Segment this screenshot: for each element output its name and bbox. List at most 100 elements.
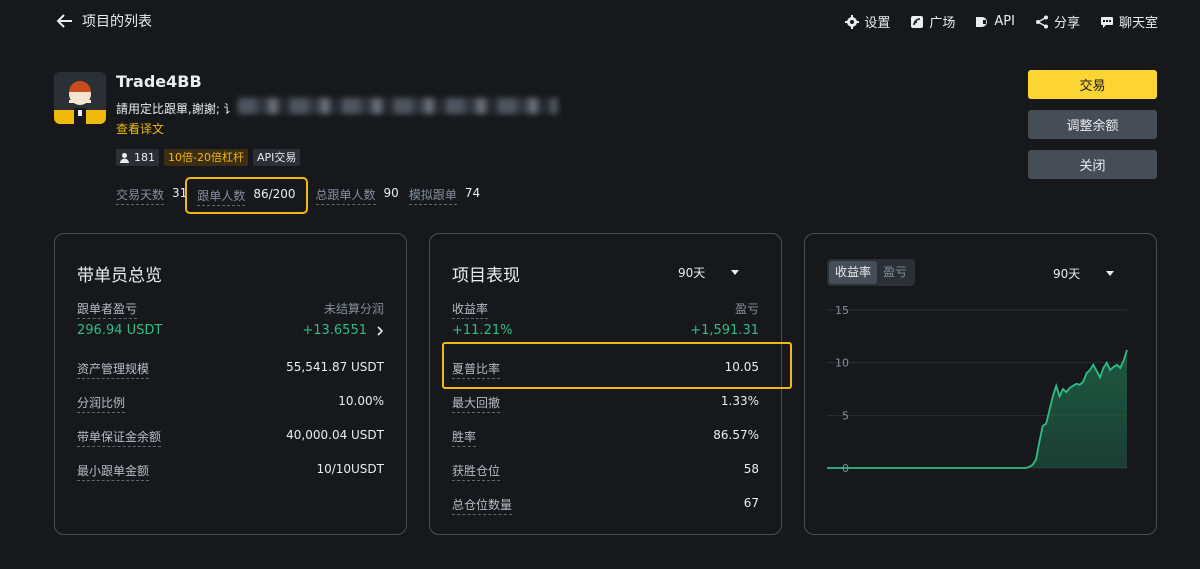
nav-chatroom-label: 聊天室 bbox=[1118, 16, 1158, 31]
chart-period-select[interactable]: 90天 bbox=[1053, 265, 1115, 282]
square-icon bbox=[911, 15, 924, 28]
stat-trade-days-label: 交易天数 bbox=[116, 186, 165, 205]
chart-period-value: 90天 bbox=[1053, 267, 1081, 281]
copier-pnl-value: 296.94 USDT bbox=[77, 323, 163, 338]
overview-labels-row: 跟单者盈亏 未结算分润 bbox=[77, 300, 384, 319]
performance-card: 项目表现 90天 收益率 盈亏 +11.21% +1,591.31 夏普比率 1… bbox=[429, 233, 792, 535]
gear-icon bbox=[845, 14, 860, 29]
total-positions-value: 67 bbox=[743, 496, 759, 510]
overview-values-row: 296.94 USDT +13.6551 bbox=[77, 323, 384, 338]
api-tag: API交易 bbox=[252, 149, 301, 166]
pnl-label: 盈亏 bbox=[734, 302, 759, 316]
avatar bbox=[54, 72, 106, 124]
chevron-right-icon bbox=[377, 325, 384, 336]
nav-square-label: 广场 bbox=[929, 16, 956, 31]
stat-trade-days: 交易天数 31 bbox=[116, 186, 187, 205]
nav-api-label: API bbox=[994, 14, 1015, 29]
min-copy-label: 最小跟单金额 bbox=[77, 462, 150, 481]
redacted-text bbox=[238, 98, 558, 114]
nav-chatroom[interactable]: 聊天室 bbox=[1100, 12, 1158, 31]
top-nav: 设置 广场 API 分享 聊天室 bbox=[845, 12, 1158, 31]
y-tick-label-10: 10 bbox=[835, 357, 849, 370]
stat-mock-copy-label: 模拟跟单 bbox=[408, 186, 457, 205]
chart-metric-tabs: 收益率 盈亏 bbox=[827, 259, 916, 286]
copier-pnl-label: 跟单者盈亏 bbox=[77, 300, 138, 319]
margin-balance-label: 带单保证金余额 bbox=[77, 428, 162, 447]
nav-share[interactable]: 分享 bbox=[1035, 12, 1080, 31]
close-button[interactable]: 关闭 bbox=[1028, 150, 1157, 179]
chart-card: 收益率 盈亏 90天 0 5 10 15 bbox=[804, 233, 1157, 535]
overview-card: 带单员总览 跟单者盈亏 未结算分润 296.94 USDT +13.6551 资… bbox=[54, 233, 407, 535]
nav-settings[interactable]: 设置 bbox=[845, 12, 890, 31]
api-icon bbox=[976, 16, 988, 27]
margin-balance-value: 40,000.04 USDT bbox=[286, 428, 384, 442]
roi-chart: 051015 bbox=[827, 304, 1128, 475]
top-bar: 项目的列表 设置 广场 API 分享 聊天室 bbox=[0, 0, 1200, 42]
nav-settings-label: 设置 bbox=[864, 16, 891, 31]
performance-labels-row: 收益率 盈亏 bbox=[452, 300, 759, 319]
total-positions-row: 总仓位数量 67 bbox=[452, 496, 759, 515]
trader-tags: 181 10倍-20倍杠杆 API交易 bbox=[116, 149, 301, 166]
aum-row: 资产管理规模 55,541.87 USDT bbox=[77, 360, 384, 379]
max-drawdown-label: 最大回撤 bbox=[452, 394, 501, 413]
aum-label: 资产管理规模 bbox=[77, 360, 150, 379]
min-copy-row: 最小跟单金额 10/10USDT bbox=[77, 462, 384, 481]
share-icon bbox=[1035, 15, 1048, 28]
stat-total-copiers-label: 总跟单人数 bbox=[315, 186, 376, 205]
roi-area-fill bbox=[827, 350, 1127, 468]
min-copy-value: 10/10USDT bbox=[316, 462, 384, 476]
trader-name: Trade4BB bbox=[116, 72, 202, 91]
trade-button[interactable]: 交易 bbox=[1028, 70, 1157, 99]
sharpe-highlight bbox=[442, 342, 792, 389]
unsettled-label: 未结算分润 bbox=[323, 302, 384, 316]
trader-header: Trade4BB 請用定比跟單,謝謝; 讠 查看译文 181 10倍-20倍杠杆… bbox=[54, 70, 1157, 220]
roi-label: 收益率 bbox=[452, 300, 489, 319]
pnl-value: +1,591.31 bbox=[690, 323, 759, 338]
aum-value: 55,541.87 USDT bbox=[286, 360, 384, 374]
adjust-balance-button[interactable]: 调整余额 bbox=[1028, 110, 1157, 139]
nav-api[interactable]: API bbox=[975, 12, 1015, 31]
overview-title: 带单员总览 bbox=[77, 266, 162, 286]
performance-period-select[interactable]: 90天 bbox=[678, 264, 740, 281]
tab-pnl[interactable]: 盈亏 bbox=[877, 261, 913, 284]
roi-value: +11.21% bbox=[452, 323, 513, 338]
back-label: 项目的列表 bbox=[82, 14, 152, 30]
performance-period-value: 90天 bbox=[678, 266, 706, 280]
stat-copiers-label: 跟单人数 bbox=[197, 187, 246, 206]
performance-title: 项目表现 bbox=[452, 266, 520, 286]
arrow-left-icon bbox=[56, 14, 72, 28]
back-button[interactable]: 项目的列表 bbox=[56, 11, 152, 31]
followers-tag: 181 bbox=[116, 149, 159, 166]
followers-count: 181 bbox=[134, 151, 155, 164]
stat-copiers: 跟单人数 86/200 bbox=[185, 177, 308, 214]
nav-square[interactable]: 广场 bbox=[910, 12, 955, 31]
y-tick-label-5: 5 bbox=[842, 409, 849, 422]
profit-share-label: 分润比例 bbox=[77, 394, 126, 413]
user-icon bbox=[120, 153, 129, 163]
tab-roi[interactable]: 收益率 bbox=[829, 261, 878, 284]
profit-share-value: 10.00% bbox=[338, 394, 384, 408]
margin-balance-row: 带单保证金余额 40,000.04 USDT bbox=[77, 428, 384, 447]
unsettled-link[interactable]: +13.6551 bbox=[302, 323, 384, 338]
y-tick-label-15: 15 bbox=[835, 304, 849, 317]
caret-down-icon bbox=[1106, 271, 1115, 276]
total-positions-label: 总仓位数量 bbox=[452, 496, 513, 515]
leverage-tag: 10倍-20倍杠杆 bbox=[164, 149, 248, 166]
winning-positions-value: 58 bbox=[743, 462, 759, 476]
chat-icon bbox=[1100, 16, 1113, 28]
translate-link[interactable]: 查看译文 bbox=[116, 120, 164, 137]
unsettled-value: +13.6551 bbox=[302, 323, 367, 338]
winning-positions-row: 获胜仓位 58 bbox=[452, 462, 759, 481]
win-rate-row: 胜率 86.57% bbox=[452, 428, 759, 447]
winning-positions-label: 获胜仓位 bbox=[452, 462, 501, 481]
trader-stats: 交易天数 31 跟单人数 86/200 总跟单人数 90 模拟跟单 74 bbox=[116, 177, 490, 214]
performance-values-row: +11.21% +1,591.31 bbox=[452, 323, 759, 338]
profit-share-row: 分润比例 10.00% bbox=[77, 394, 384, 413]
stat-total-copiers: 总跟单人数 90 bbox=[315, 186, 399, 205]
win-rate-label: 胜率 bbox=[452, 428, 477, 447]
win-rate-value: 86.57% bbox=[713, 428, 759, 442]
stat-mock-copy-value: 74 bbox=[464, 186, 481, 200]
max-drawdown-row: 最大回撤 1.33% bbox=[452, 394, 759, 413]
trader-description: 請用定比跟單,謝謝; 讠 bbox=[116, 102, 236, 116]
stat-total-copiers-value: 90 bbox=[383, 186, 399, 200]
